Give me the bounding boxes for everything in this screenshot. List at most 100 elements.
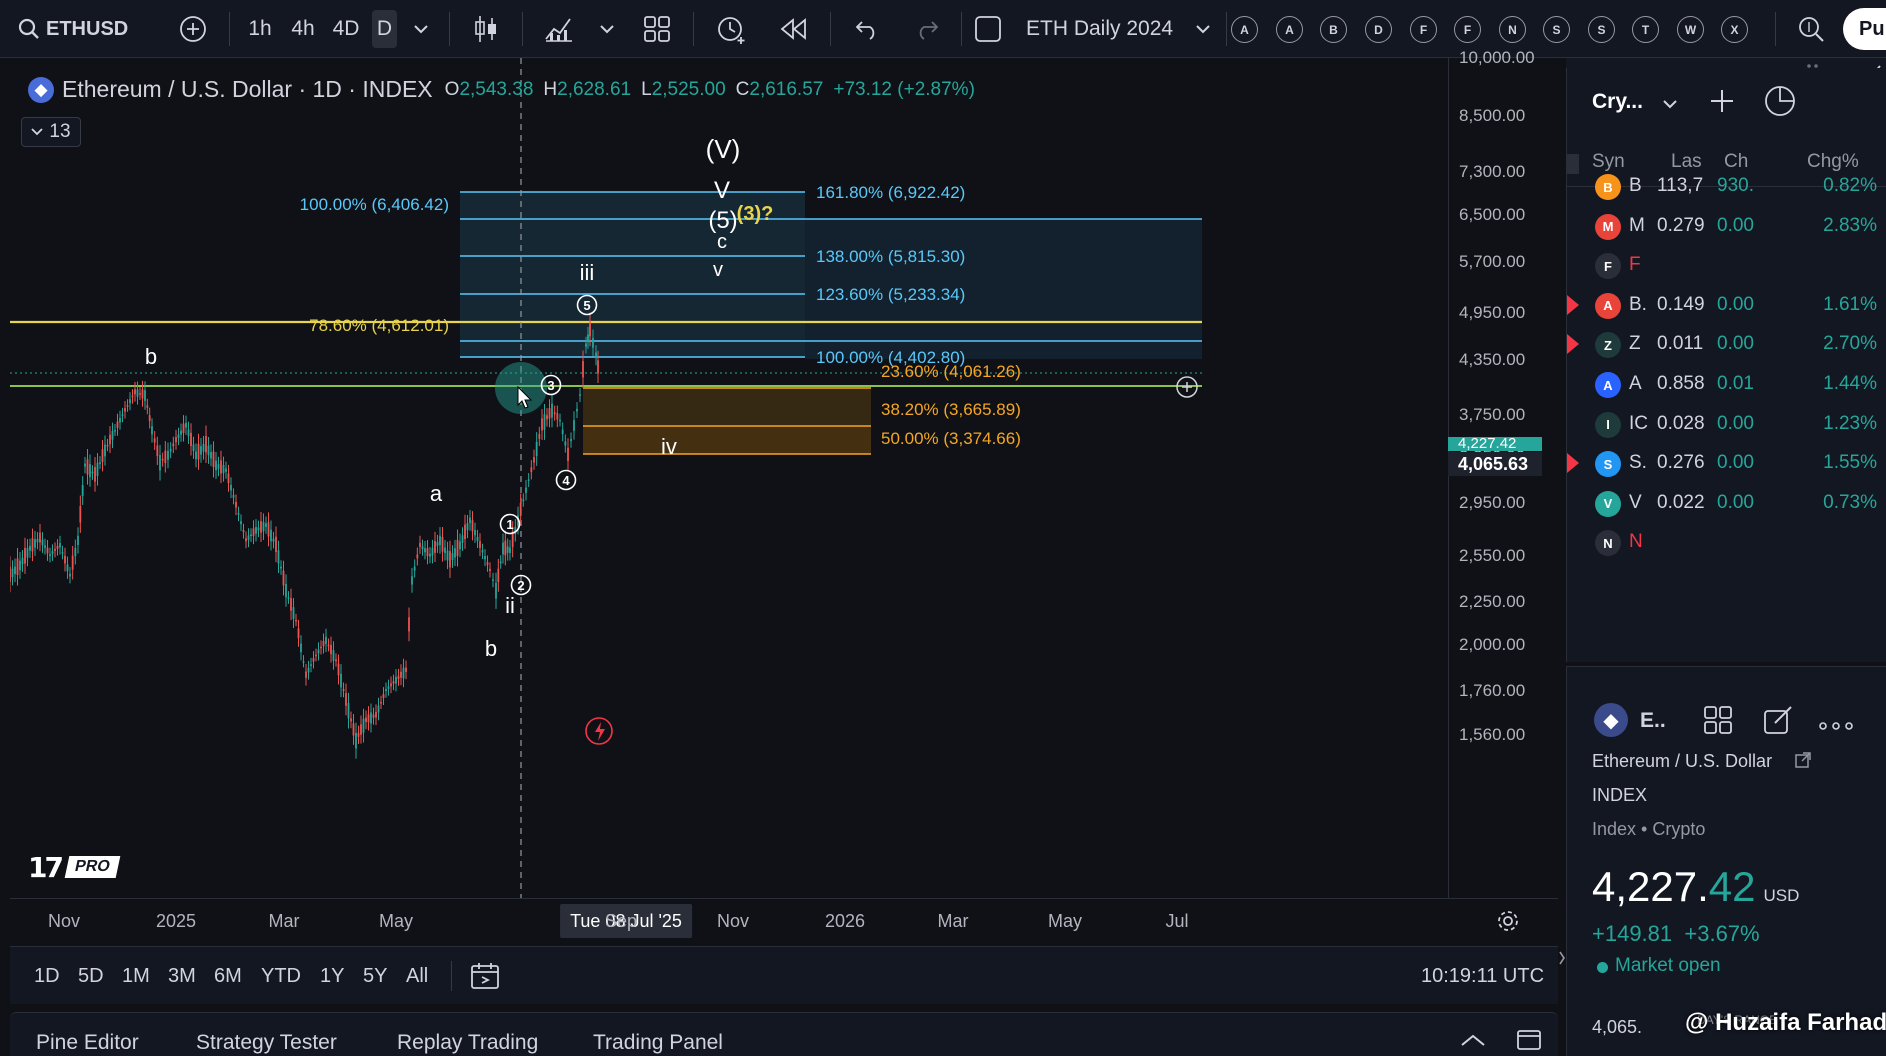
details-symbol[interactable]: E.. (1640, 709, 1666, 733)
chevron-down-icon[interactable] (410, 0, 432, 58)
tradingview-logo[interactable]: 17 PRO (28, 850, 140, 884)
wave-circle-number: 3 (547, 378, 554, 393)
layout-checkbox-icon[interactable] (972, 0, 1004, 58)
current-price-tag: 4,227.42 (1448, 437, 1542, 451)
coin-icon: V (1595, 490, 1621, 517)
templates-grid-icon[interactable] (641, 0, 673, 58)
chart-title[interactable]: Ethereum / U.S. Dollar · 1D · INDEX (62, 76, 433, 103)
chevron-down-icon[interactable] (1663, 96, 1677, 114)
quick-alert-x[interactable]: X (1721, 16, 1748, 43)
price-axis-label: 8,500.00 (1459, 106, 1526, 125)
candle-body (262, 522, 265, 532)
indicator-count: 13 (49, 121, 71, 142)
chevron-down-icon[interactable] (1192, 0, 1214, 58)
alert-clock-icon[interactable] (714, 0, 748, 58)
candle-body (159, 455, 161, 471)
redo-icon[interactable] (912, 0, 942, 58)
quick-alert-b[interactable]: B (1320, 16, 1347, 43)
indicators-icon[interactable] (543, 0, 575, 58)
time-scale[interactable]: Tue 08 Jul '25 Nov 2025 Mar May Sep Nov 2026 Ma… (10, 898, 1558, 944)
flag-icon[interactable] (1567, 334, 1579, 355)
fib-level-label: 100.00% (6,406.42) (300, 195, 449, 214)
pie-chart-icon[interactable] (1763, 84, 1797, 123)
range-all[interactable]: All (406, 965, 428, 988)
publish-button[interactable]: Pu (1843, 8, 1886, 50)
candle-body (187, 429, 190, 437)
fib-level-label: 38.20% (3,665.89) (881, 400, 1021, 419)
candle-body (182, 423, 185, 434)
row-last: 113,7 (1657, 175, 1704, 196)
candle-body (106, 444, 109, 447)
maximize-panel-icon[interactable] (1516, 1029, 1542, 1056)
quick-alert-f2[interactable]: F (1454, 16, 1481, 43)
interval-d[interactable]: D (372, 10, 397, 48)
indicator-collapse-button[interactable]: 13 (21, 117, 81, 147)
flag-icon[interactable] (1567, 453, 1579, 474)
interval-4h[interactable]: 4h (289, 0, 317, 58)
chart-pane[interactable]: (V) V (5) (3)? c v iii iv ii a b b 1 2 3 4 5 161.80% (6,9… (10, 58, 1448, 898)
watchlist-row[interactable]: NN (1567, 519, 1886, 566)
quick-alert-f[interactable]: F (1410, 16, 1437, 43)
tab-replay-trading[interactable]: Replay Trading (397, 1031, 538, 1055)
candle-body (297, 628, 300, 639)
quick-alert-s[interactable]: S (1543, 16, 1570, 43)
grid-view-icon[interactable] (1703, 705, 1733, 740)
price-chart-canvas[interactable]: (V) V (5)(3)? cv iii iv ii a b b 1 2 3 4 5 161.80% (6,9… (10, 58, 1448, 898)
candle-body (592, 338, 594, 348)
interval-1h[interactable]: 1h (246, 0, 274, 58)
range-3m[interactable]: 3M (168, 965, 196, 988)
panel-divider[interactable] (1558, 58, 1566, 1056)
quick-alert-d[interactable]: D (1365, 16, 1392, 43)
candle-style-icon[interactable] (470, 0, 502, 58)
compare-add-icon[interactable] (178, 0, 208, 58)
candle-body (116, 421, 119, 428)
external-link-icon[interactable] (1794, 751, 1812, 774)
row-symbol: S. (1629, 452, 1647, 474)
settings-gear-icon[interactable] (1496, 909, 1520, 938)
quick-alert-t[interactable]: T (1632, 16, 1659, 43)
edit-icon[interactable] (1763, 705, 1793, 740)
quick-search-icon[interactable] (1795, 0, 1827, 58)
candle-body (31, 538, 34, 552)
replay-icon[interactable] (779, 0, 809, 58)
undo-icon[interactable] (852, 0, 882, 58)
range-5y[interactable]: 5Y (363, 965, 387, 988)
tab-strategy-tester[interactable]: Strategy Tester (196, 1031, 337, 1055)
watchlist-title[interactable]: Cry... (1592, 90, 1643, 114)
chevron-down-icon[interactable] (596, 0, 618, 58)
tab-trading-panel[interactable]: Trading Panel (593, 1031, 723, 1055)
quick-alert-s2[interactable]: S (1588, 16, 1615, 43)
details-full-name[interactable]: Ethereum / U.S. Dollar (1592, 751, 1772, 772)
price-scale[interactable]: 10,000.00 8,500.00 7,300.00 6,500.00 5,700.0… (1448, 48, 1558, 898)
goto-date-icon[interactable] (470, 961, 502, 996)
tab-pine-editor[interactable]: Pine Editor (36, 1031, 139, 1055)
candle-body (272, 538, 275, 542)
interval-4d[interactable]: 4D (331, 0, 361, 58)
candle-body (332, 650, 335, 661)
flag-icon[interactable] (1567, 294, 1579, 315)
layout-name[interactable]: ETH Daily 2024 (1026, 0, 1178, 58)
chevron-up-icon[interactable] (1460, 1033, 1486, 1052)
candle-body (207, 445, 210, 456)
utc-clock[interactable]: 10:19:11 UTC (1421, 965, 1544, 988)
range-6m[interactable]: 6M (214, 965, 242, 988)
quick-alert-a[interactable]: A (1231, 16, 1258, 43)
candle-body (597, 360, 599, 374)
quick-alert-n[interactable]: N (1499, 16, 1526, 43)
price-axis-label: 2,950.00 (1459, 493, 1526, 512)
more-options-icon[interactable] (1819, 717, 1853, 735)
symbol-search[interactable]: ETHUSD (46, 0, 146, 58)
quick-alert-a2[interactable]: A (1276, 16, 1303, 43)
symbol-details-panel: ◆ E.. Ethereum / U.S. Dollar INDEX Index… (1566, 666, 1886, 1056)
range-1y[interactable]: 1Y (320, 965, 344, 988)
search-icon[interactable] (18, 0, 40, 58)
details-exchange[interactable]: INDEX (1592, 785, 1647, 806)
range-1d[interactable]: 1D (34, 965, 60, 988)
quick-alert-w[interactable]: W (1677, 16, 1704, 43)
range-ytd[interactable]: YTD (261, 965, 301, 988)
range-1m[interactable]: 1M (122, 965, 150, 988)
wave-label-primary: (V) (706, 134, 741, 164)
add-symbol-icon[interactable] (1709, 88, 1735, 119)
range-5d[interactable]: 5D (78, 965, 104, 988)
candle-body (302, 661, 305, 663)
